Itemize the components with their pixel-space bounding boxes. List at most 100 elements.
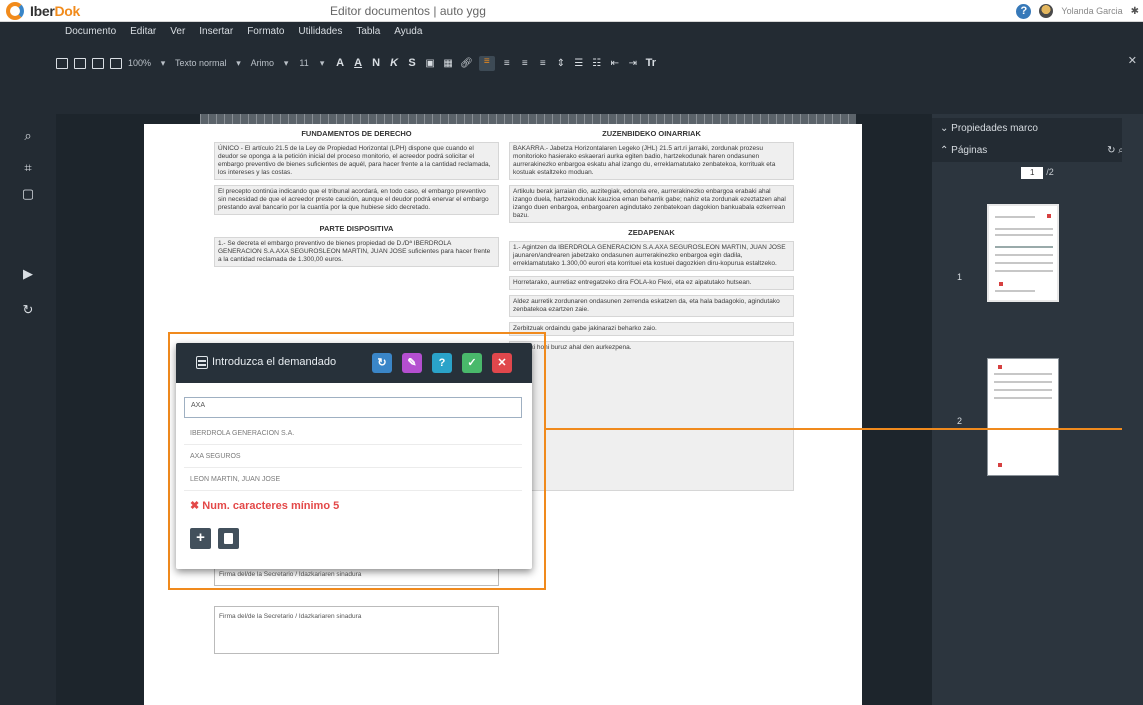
- save-icon[interactable]: [74, 57, 86, 69]
- justify-icon[interactable]: ≡: [537, 58, 549, 69]
- paragraph[interactable]: Horretarako, aurretiaz entregatzeko dira…: [509, 276, 794, 290]
- close-button[interactable]: ✕: [492, 353, 512, 373]
- menu-ayuda[interactable]: Ayuda: [387, 26, 429, 37]
- table-icon[interactable]: ▦: [442, 58, 454, 69]
- iberdok-logo[interactable]: IberDok: [6, 2, 126, 20]
- paragraph[interactable]: El precepto continúa indicando que el tr…: [214, 185, 499, 215]
- paragraph[interactable]: Zerbitzuak ordaindu gabe jakinarazi beha…: [509, 322, 794, 336]
- paragraph[interactable]: Aldez aurretik zordunaren ondasunen zerr…: [509, 295, 794, 317]
- page-thumbnail-1[interactable]: [987, 204, 1059, 302]
- validation-error: ✖ Num. caracteres mínimo 5: [190, 500, 340, 512]
- search-input[interactable]: AXA: [184, 397, 522, 418]
- play-icon[interactable]: ▶: [20, 266, 36, 282]
- callout-connector: [546, 428, 1143, 430]
- section-title: PARTE DISPOSITIVA: [319, 224, 394, 233]
- paragraph[interactable]: ÚNICO - El artículo 21.5 de la Ley de Pr…: [214, 142, 499, 180]
- dialog-title: Introduzca el demandado: [212, 356, 337, 368]
- strike-button[interactable]: S: [406, 57, 418, 69]
- align-center-icon[interactable]: ≡: [501, 58, 513, 69]
- pages-header[interactable]: ⌃ Páginas↻ ⌕ ✕: [932, 140, 1143, 162]
- bold-button[interactable]: N: [370, 57, 382, 69]
- error-x-icon: ✖: [190, 500, 200, 512]
- format-toolbar: 100% ▾ Texto normal ▾ Arimo ▾ 11 ▾ A A N…: [0, 42, 1143, 114]
- confirm-button[interactable]: ✓: [462, 353, 482, 373]
- save-as-icon[interactable]: [92, 57, 104, 69]
- title-bar: IberDok Editor documentos | auto ygg ? Y…: [0, 0, 1143, 22]
- clear-format-button[interactable]: Tr: [645, 57, 657, 69]
- refresh-button[interactable]: ↻: [372, 353, 392, 373]
- menu-insertar[interactable]: Insertar: [192, 26, 240, 37]
- align-left-icon[interactable]: ≡: [478, 55, 495, 71]
- size-select[interactable]: 11: [298, 58, 310, 68]
- menu-documento[interactable]: Documento: [58, 26, 123, 37]
- document-icon: [224, 533, 233, 544]
- line-spacing-icon[interactable]: ⇕: [555, 58, 567, 69]
- menu-bar: Documento Editar Ver Insertar Formato Ut…: [0, 22, 1143, 42]
- search-icon[interactable]: ⌕: [20, 128, 36, 144]
- left-rail: ⌕ ⌗ ▢ ▶ ↻: [0, 114, 56, 705]
- refresh-icon[interactable]: ↻: [20, 302, 36, 318]
- brand-name: IberDok: [30, 3, 81, 19]
- menu-ver[interactable]: Ver: [163, 26, 192, 37]
- section-title: ZUZENBIDEKO OINARRIAK: [602, 129, 701, 138]
- thumbnail-number: 2: [957, 416, 963, 426]
- highlight-color-button[interactable]: A: [352, 57, 364, 69]
- align-right-icon[interactable]: ≡: [519, 58, 531, 69]
- ruler[interactable]: [200, 114, 856, 124]
- menu-editar[interactable]: Editar: [123, 26, 163, 37]
- menu-formato[interactable]: Formato: [240, 26, 291, 37]
- paragraph[interactable]: 1.- Agintzen da IBERDROLA GENERACION S.A…: [509, 241, 794, 271]
- indent-icon[interactable]: ⇥: [627, 58, 639, 69]
- column-spanish: FUNDAMENTOS DE DERECHO ÚNICO - El artícu…: [214, 130, 499, 272]
- document-button[interactable]: [218, 528, 239, 549]
- signature-box[interactable]: Firma del/de la Secretario / Idazkariare…: [214, 606, 499, 654]
- right-panel: ⌄ Propiedades marco› ⌃ Páginas↻ ⌕ ✕ 1/2 …: [932, 114, 1143, 705]
- print-icon[interactable]: [110, 57, 122, 69]
- font-color-button[interactable]: A: [334, 57, 346, 69]
- app-window: IberDok Editor documentos | auto ygg ? Y…: [0, 0, 1143, 705]
- suggestion-item[interactable]: LEON MARTIN, JUAN JOSE: [184, 468, 522, 491]
- current-page-input[interactable]: 1: [1021, 167, 1044, 179]
- logo-mark-icon: [6, 2, 24, 20]
- help-button[interactable]: ?: [432, 353, 452, 373]
- total-pages: /2: [1046, 167, 1054, 177]
- outdent-icon[interactable]: ⇤: [609, 58, 621, 69]
- new-doc-icon[interactable]: [56, 57, 68, 69]
- menu-tabla[interactable]: Tabla: [349, 26, 387, 37]
- section-title: ZEDAPENAK: [628, 228, 675, 237]
- edit-button[interactable]: ✎: [402, 353, 422, 373]
- database-icon: [196, 356, 208, 369]
- dialog-header[interactable]: Introduzca el demandado ↻ ✎ ? ✓ ✕: [176, 343, 532, 383]
- help-icon[interactable]: ?: [1016, 3, 1032, 19]
- thumbnail-number: 1: [957, 272, 963, 282]
- italic-button[interactable]: K: [388, 57, 400, 69]
- pages-navigation: 1/2: [932, 162, 1143, 180]
- menu-utilidades[interactable]: Utilidades: [291, 26, 349, 37]
- user-area: ? Yolanda Garcia ✱: [1016, 2, 1139, 20]
- paragraph[interactable]: Erabaki honi buruz ahal den aurkezpena.: [509, 341, 794, 491]
- suggestion-item[interactable]: AXA SEGUROS: [184, 445, 522, 468]
- settings-icon[interactable]: ✱: [1131, 6, 1139, 17]
- style-select[interactable]: Texto normal: [175, 58, 227, 68]
- zoom-select[interactable]: 100%: [128, 58, 151, 68]
- avatar[interactable]: [1039, 4, 1054, 18]
- add-button[interactable]: +: [190, 528, 211, 549]
- bullet-list-icon[interactable]: ☰: [573, 58, 585, 69]
- link-icon[interactable]: 🔗︎: [460, 58, 473, 69]
- user-name[interactable]: Yolanda Garcia: [1061, 6, 1122, 16]
- paragraph[interactable]: 1.- Se decreta el embargo preventivo de …: [214, 237, 499, 267]
- document-title: Editor documentos | auto ygg: [330, 4, 486, 18]
- fields-icon[interactable]: ⌗: [20, 160, 36, 176]
- paragraph[interactable]: BAKARRA.- Jabetza Horizontalaren Legeko …: [509, 142, 794, 180]
- paragraph[interactable]: Artikulu berak jarraian dio, auzitegiak,…: [509, 185, 794, 223]
- document-icon[interactable]: ▢: [20, 186, 36, 202]
- section-title: FUNDAMENTOS DE DERECHO: [301, 129, 412, 138]
- properties-header[interactable]: ⌄ Propiedades marco›: [932, 118, 1143, 140]
- page-thumbnail-2[interactable]: [987, 358, 1059, 476]
- toolbar-close-icon[interactable]: ✕: [1128, 54, 1137, 67]
- right-scroll-strip[interactable]: [1122, 114, 1143, 705]
- numbered-list-icon[interactable]: ☷: [591, 58, 603, 69]
- image-icon[interactable]: ▣: [424, 58, 436, 69]
- font-select[interactable]: Arimo: [251, 58, 275, 68]
- suggestion-item[interactable]: IBERDROLA GENERACION S.A.: [184, 422, 522, 445]
